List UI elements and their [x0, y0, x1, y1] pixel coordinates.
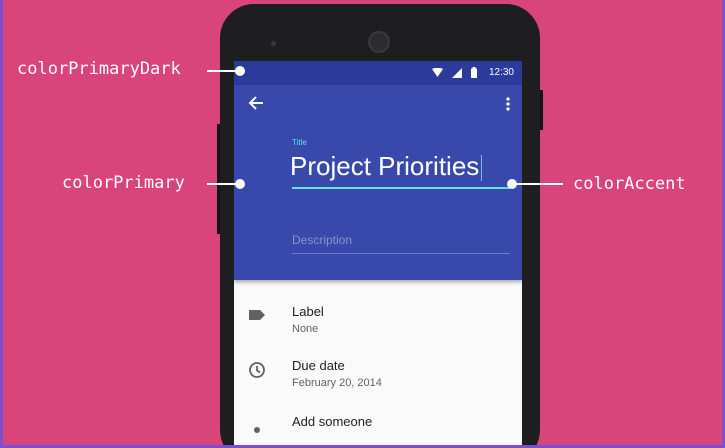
text-cursor	[481, 155, 483, 182]
list-item-subtitle: February 20, 2014	[292, 377, 382, 389]
status-bar: 12:30	[234, 61, 522, 85]
person-icon	[254, 427, 260, 433]
list-item-due-date[interactable]: Due date February 20, 2014	[234, 348, 522, 404]
title-field[interactable]: Project Priorities	[290, 151, 483, 182]
battery-icon	[471, 67, 477, 78]
clock-icon	[249, 362, 265, 378]
list-item-title: Label	[292, 304, 324, 319]
callout-color-primary: colorPrimary	[62, 173, 185, 193]
phone-screen: 12:30 Title Project Priorities Descripti…	[234, 61, 522, 445]
callout-color-accent: colorAccent	[573, 174, 686, 194]
power-button	[540, 90, 543, 130]
cell-signal-icon	[452, 68, 462, 78]
front-camera-icon	[271, 41, 276, 46]
slide-background: 12:30 Title Project Priorities Descripti…	[3, 0, 722, 445]
wifi-icon	[432, 68, 443, 77]
speaker-icon	[368, 31, 390, 53]
app-bar: Title Project Priorities Description	[234, 85, 522, 280]
description-underline	[292, 253, 510, 254]
callout-line-accent	[515, 183, 563, 185]
list-item-title: Add someone	[292, 414, 373, 429]
phone-device: 12:30 Title Project Priorities Descripti…	[217, 4, 543, 445]
more-vert-icon[interactable]	[506, 97, 510, 111]
title-field-value: Project Priorities	[290, 151, 480, 181]
callout-dot-accent	[507, 179, 517, 189]
back-arrow-icon[interactable]	[248, 95, 264, 111]
list-item-add-someone[interactable]: Add someone	[234, 404, 522, 445]
list-item-subtitle: None	[292, 323, 319, 335]
title-underline	[292, 187, 510, 189]
status-time: 12:30	[488, 67, 514, 78]
callout-color-primary-dark: colorPrimaryDark	[17, 59, 181, 79]
label-tag-icon	[249, 310, 265, 320]
description-field[interactable]: Description	[292, 233, 352, 247]
volume-button	[217, 124, 220, 234]
callout-dot-primary-dark	[235, 66, 245, 76]
title-field-label: Title	[292, 138, 307, 147]
list-item-label[interactable]: Label None	[234, 294, 522, 350]
callout-dot-primary	[235, 179, 245, 189]
list-item-title: Due date	[292, 358, 345, 373]
